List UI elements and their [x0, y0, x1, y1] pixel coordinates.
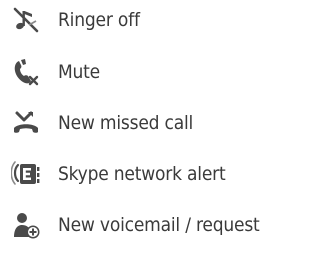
legend-item-voicemail-request: New voicemail / request — [0, 205, 279, 245]
legend-item-label: New voicemail / request — [58, 214, 260, 236]
mute-icon — [11, 57, 41, 87]
ringer-off-icon — [11, 5, 41, 35]
legend-item-label: New missed call — [58, 112, 194, 134]
legend-item-label: Ringer off — [58, 9, 140, 31]
legend-item-label: Mute — [58, 61, 101, 83]
legend-item-missed-call: New missed call — [0, 103, 279, 143]
status-icon-legend: Ringer off Mute New missed call Skype ne… — [0, 0, 279, 254]
legend-item-network-alert: Skype network alert — [0, 154, 279, 194]
network-alert-icon — [11, 159, 41, 189]
legend-item-label: Skype network alert — [58, 163, 226, 185]
legend-item-ringer-off: Ringer off — [0, 0, 279, 40]
missed-call-icon — [11, 108, 41, 138]
legend-item-mute: Mute — [0, 52, 279, 92]
voicemail-request-icon — [11, 210, 41, 240]
